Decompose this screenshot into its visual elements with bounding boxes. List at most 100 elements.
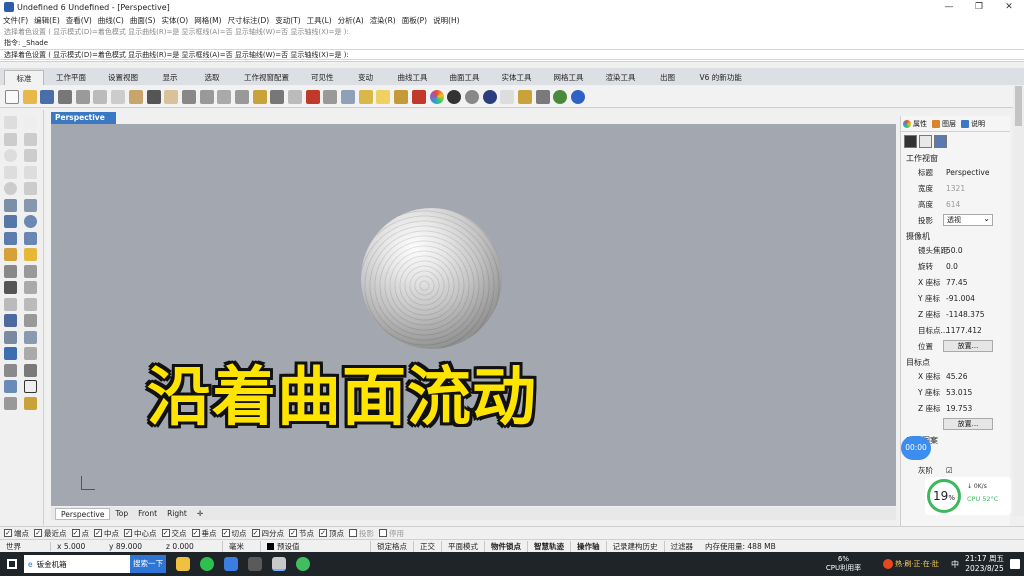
target-x-value[interactable]: 45.26 <box>943 372 1010 381</box>
mesh-icon[interactable] <box>4 281 17 294</box>
dimension-icon[interactable] <box>24 314 37 327</box>
scale-icon[interactable] <box>24 297 37 311</box>
movie-icon[interactable] <box>248 557 262 571</box>
trim-icon[interactable] <box>4 264 17 278</box>
viewport-tab-perspective[interactable]: Perspective <box>55 507 111 520</box>
import-icon[interactable] <box>75 89 90 104</box>
cam-x-value[interactable]: 77.45 <box>943 278 1010 287</box>
menu-dimension[interactable]: 尺寸标注(D) <box>228 15 270 26</box>
title-value[interactable]: Perspective <box>943 168 1010 177</box>
viewport-tab-right[interactable]: Right <box>162 508 192 520</box>
print-icon[interactable] <box>58 89 73 104</box>
layer-state-icon[interactable] <box>4 380 17 393</box>
tray-cpu-usage[interactable]: 6% CPU利用率 <box>826 555 861 573</box>
pen-icon[interactable] <box>517 89 532 104</box>
status-cplane[interactable]: 世界 <box>0 541 50 552</box>
cam-y-value[interactable]: -91.004 <box>943 294 1010 303</box>
box-solid-icon[interactable] <box>4 215 17 228</box>
snapshot-icon[interactable] <box>358 89 373 104</box>
surface-icon[interactable] <box>4 198 17 212</box>
menu-help[interactable]: 说明(H) <box>433 15 460 26</box>
zoom-icon[interactable] <box>199 89 214 104</box>
tab-mesh-tools[interactable]: 网格工具 <box>544 70 594 85</box>
open-folder-icon[interactable] <box>22 89 37 104</box>
status-osnap[interactable]: 物件锁点 <box>484 540 527 552</box>
tab-transform[interactable]: 变动 <box>346 70 386 85</box>
cut-icon[interactable] <box>93 89 108 104</box>
menu-curve[interactable]: 曲线(C) <box>98 15 124 26</box>
arc-icon[interactable] <box>24 149 37 162</box>
osnap-project[interactable]: 投影 <box>349 528 374 539</box>
rotate-view-icon[interactable] <box>181 89 196 104</box>
maximize-button[interactable]: ❐ <box>964 0 994 14</box>
tab-render-tools[interactable]: 渲染工具 <box>596 70 646 85</box>
cube-icon[interactable] <box>4 347 17 360</box>
target-place-button[interactable]: 放置... <box>943 418 993 430</box>
panel-tab-layers[interactable]: 图层 <box>932 119 956 129</box>
shaded-sphere-icon[interactable] <box>464 89 479 104</box>
recording-timer[interactable]: 00:00 <box>901 436 931 460</box>
undo-icon[interactable] <box>146 89 161 104</box>
explode-icon[interactable] <box>24 248 37 261</box>
grasshopper-icon[interactable] <box>553 89 568 104</box>
viewport-tab-front[interactable]: Front <box>133 508 162 520</box>
panel-tab-properties[interactable]: 属性 <box>903 119 927 129</box>
save-icon[interactable] <box>40 89 55 104</box>
perspective-viewport[interactable]: 沿着曲面流动 <box>51 124 896 506</box>
tab-standard[interactable]: 标准 <box>4 70 44 85</box>
menu-analyze[interactable]: 分析(A) <box>338 15 364 26</box>
menu-edit[interactable]: 编辑(E) <box>34 15 60 26</box>
render-sphere-icon[interactable] <box>447 89 462 104</box>
lock-icon[interactable] <box>394 89 409 104</box>
target-z-value[interactable]: 19.753 <box>943 404 1010 413</box>
material-sphere-icon[interactable] <box>482 89 497 104</box>
select-arrow-icon[interactable] <box>4 116 17 129</box>
status-layer[interactable]: 预设值 <box>260 540 370 552</box>
browser-icon[interactable] <box>224 557 238 571</box>
hot-news-icon[interactable] <box>883 559 894 569</box>
ellipse-icon[interactable] <box>4 182 17 195</box>
color-wheel-icon[interactable] <box>429 89 444 104</box>
status-gumball[interactable]: 操作轴 <box>570 540 606 552</box>
osnap-intersection[interactable]: ✓ 交点 <box>161 528 187 539</box>
osnap-perpendicular[interactable]: ✓ 垂点 <box>191 528 217 539</box>
projection-select[interactable]: 透视 <box>943 213 993 226</box>
polyline-icon[interactable] <box>4 132 17 146</box>
cylinder-icon[interactable] <box>4 231 17 245</box>
status-planar[interactable]: 平面模式 <box>441 540 484 552</box>
cpu-monitor-widget[interactable]: 19% ↓ 0K/s CPU 52°C <box>925 477 1011 515</box>
rotate-icon[interactable] <box>4 297 17 311</box>
status-filter[interactable]: 过滤器 <box>663 540 700 552</box>
ruler-icon[interactable] <box>535 89 550 104</box>
taskbar-search-button[interactable]: 搜索一下 <box>130 555 166 573</box>
tab-curve-tools[interactable]: 曲线工具 <box>388 70 438 85</box>
osnap-mid[interactable]: ✓ 中点 <box>94 528 119 539</box>
tab-surface-tools[interactable]: 曲面工具 <box>440 70 490 85</box>
analyze-icon[interactable] <box>24 347 37 360</box>
viewport-tab-top[interactable]: Top <box>110 508 133 520</box>
status-ortho[interactable]: 正交 <box>413 540 441 552</box>
camera-place-button[interactable]: 放置... <box>943 340 993 352</box>
hot-news-text[interactable]: 热·刷·正·在·肚 <box>895 559 939 569</box>
notification-icon[interactable] <box>1010 559 1020 569</box>
menu-panels[interactable]: 面板(P) <box>402 15 427 26</box>
osnap-end[interactable]: ✓ 端点 <box>4 528 29 539</box>
status-history[interactable]: 记录建构历史 <box>605 540 664 552</box>
clock[interactable]: 21:17 周五 2023/8/25 <box>965 554 1004 574</box>
osnap-quadrant[interactable]: ✓ 四分点 <box>251 528 284 539</box>
block-icon[interactable] <box>24 363 37 377</box>
add-viewport-icon[interactable]: ✛ <box>192 508 208 520</box>
four-viewports-icon[interactable] <box>288 89 302 104</box>
new-file-icon[interactable] <box>5 89 19 104</box>
ime-indicator[interactable]: 中 <box>951 559 959 570</box>
array-icon[interactable] <box>4 330 17 344</box>
menu-file[interactable]: 文件(F) <box>3 15 28 26</box>
paste-icon[interactable] <box>128 89 143 104</box>
join-icon[interactable] <box>24 281 37 294</box>
osnap-tangent[interactable]: ✓ 切点 <box>221 528 247 539</box>
osnap-knot[interactable]: ✓ 节点 <box>289 528 314 539</box>
pan-hand-icon[interactable] <box>164 89 179 104</box>
check-icon[interactable] <box>24 380 37 393</box>
undo-view-icon[interactable] <box>270 89 285 104</box>
wechat-icon[interactable] <box>200 557 214 571</box>
